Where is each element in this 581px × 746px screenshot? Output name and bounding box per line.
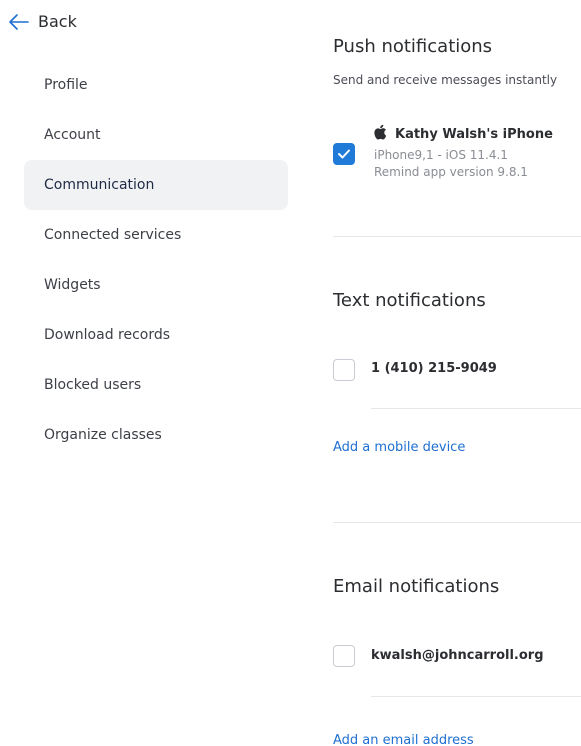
settings-page: Back Profile Account Communication Conne… <box>0 0 581 746</box>
apple-icon <box>374 124 389 144</box>
add-mobile-device-link[interactable]: Add a mobile device <box>333 440 465 455</box>
text-phone-checkbox[interactable] <box>333 359 355 381</box>
push-device-info: Kathy Walsh's iPhone iPhone9,1 - iOS 11.… <box>374 124 553 181</box>
sidebar-item-blocked-users[interactable]: Blocked users <box>24 360 288 410</box>
section-divider <box>333 236 581 237</box>
sidebar-item-organize-classes[interactable]: Organize classes <box>24 410 288 460</box>
push-device-checkbox[interactable] <box>333 143 355 165</box>
settings-sidebar: Profile Account Communication Connected … <box>24 60 288 460</box>
push-device-name-row: Kathy Walsh's iPhone <box>374 124 553 144</box>
sidebar-item-profile[interactable]: Profile <box>24 60 288 110</box>
push-device-model: iPhone9,1 - iOS 11.4.1 <box>374 148 508 162</box>
back-label: Back <box>38 12 77 31</box>
section-divider <box>333 522 581 523</box>
email-section-title: Email notifications <box>333 576 500 597</box>
sidebar-item-connected-services[interactable]: Connected services <box>24 210 288 260</box>
text-phone-number: 1 (410) 215-9049 <box>371 361 497 376</box>
sidebar-item-account[interactable]: Account <box>24 110 288 160</box>
push-device-app-version: Remind app version 9.8.1 <box>374 165 528 179</box>
communication-settings: Push notifications Send and receive mess… <box>333 0 581 746</box>
checkmark-icon <box>337 145 351 164</box>
sidebar-item-download-records[interactable]: Download records <box>24 310 288 360</box>
push-section-description: Send and receive messages instantly <box>333 73 558 87</box>
text-section-title: Text notifications <box>333 290 486 311</box>
row-divider <box>371 408 581 409</box>
sidebar-item-widgets[interactable]: Widgets <box>24 260 288 310</box>
back-button[interactable]: Back <box>8 12 77 31</box>
push-section-title: Push notifications <box>333 36 493 57</box>
sidebar-item-communication[interactable]: Communication <box>24 160 288 210</box>
row-divider <box>371 696 581 697</box>
add-email-address-link[interactable]: Add an email address <box>333 733 474 746</box>
arrow-left-icon <box>8 13 30 31</box>
email-address: kwalsh@johncarroll.org <box>371 648 544 663</box>
push-device-name: Kathy Walsh's iPhone <box>395 126 553 142</box>
email-address-checkbox[interactable] <box>333 645 355 667</box>
